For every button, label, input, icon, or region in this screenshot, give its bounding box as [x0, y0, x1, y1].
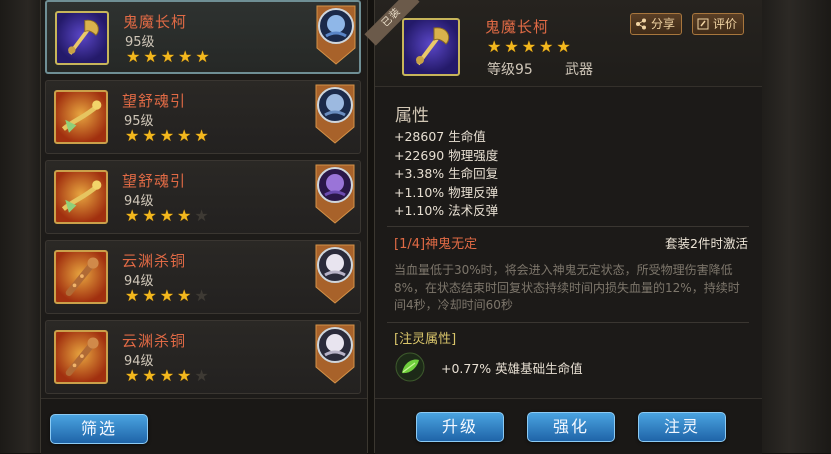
item-name: 鬼魔长柯 — [123, 13, 188, 31]
equipment-list-item[interactable]: 鬼魔长柯 95级 ★ ★ ★ ★ ★ — [45, 0, 361, 74]
equipped-hero-badge[interactable] — [314, 83, 356, 145]
bronze-mace-icon — [54, 250, 108, 304]
share-button[interactable]: 分享 — [630, 13, 683, 35]
item-name: 望舒魂引 — [122, 92, 187, 110]
star-icon: ★ — [504, 37, 519, 56]
star-icon: ★ — [194, 126, 209, 145]
star-empty-icon: ★ — [194, 286, 209, 305]
detail-star-rating: ★ ★ ★ ★ ★ — [487, 39, 571, 55]
bronze-mace-icon — [54, 330, 108, 384]
star-icon: ★ — [142, 126, 157, 145]
attribute-row: +3.38% 生命回复 — [394, 166, 499, 181]
golden-axe-icon — [55, 11, 109, 65]
review-label: 评价 — [713, 17, 738, 31]
star-rating: ★ ★ ★ ★ ★ — [126, 49, 210, 65]
star-icon: ★ — [125, 206, 140, 225]
infuse-title: [注灵属性] — [394, 332, 457, 347]
star-rating: ★ ★ ★ ★ ★ — [125, 288, 209, 304]
star-icon: ★ — [142, 366, 157, 385]
attribute-row: +22690 物理强度 — [394, 147, 499, 163]
upgrade-button[interactable]: 升级 — [416, 412, 504, 442]
enhance-button[interactable]: 强化 — [527, 412, 615, 442]
equipped-hero-badge[interactable] — [314, 163, 356, 225]
star-icon: ★ — [125, 286, 140, 305]
filter-button[interactable]: 筛选 — [50, 414, 148, 444]
divider — [387, 226, 749, 227]
equipment-list-item[interactable]: 云渊杀铜 94级 ★ ★ ★ ★ ★ — [45, 240, 361, 314]
right-frame — [761, 0, 831, 453]
equipment-list-item[interactable]: 望舒魂引 95级 ★ ★ ★ ★ ★ — [45, 80, 361, 154]
star-empty-icon: ★ — [194, 206, 209, 225]
attributes-title: 属性 — [395, 106, 429, 126]
detail-item-name: 鬼魔长柯 — [485, 18, 550, 36]
equipment-list-item[interactable]: 云渊杀铜 94级 ★ ★ ★ ★ ★ — [45, 320, 361, 394]
star-icon: ★ — [142, 206, 157, 225]
infuse-button[interactable]: 注灵 — [638, 412, 726, 442]
star-rating: ★ ★ ★ ★ ★ — [125, 368, 209, 384]
detail-header: 已装 鬼魔长柯 ★ ★ ★ ★ ★ 等级95 武器 分享 评价 — [364, 0, 762, 87]
green-leaf-gem-icon — [395, 352, 425, 382]
star-icon: ★ — [521, 37, 537, 56]
star-icon: ★ — [125, 126, 140, 145]
star-icon: ★ — [487, 37, 502, 56]
attribute-row: +28607 生命值 — [394, 129, 486, 144]
star-icon: ★ — [159, 286, 175, 305]
set-bonus-description: 当血量低于30%时，将会进入神鬼无定状态，所受物理伤害降低8%，在状态结束时回复… — [394, 263, 740, 312]
detail-level: 等级95 — [487, 62, 533, 78]
infuse-value: +0.77% 英雄基础生命值 — [441, 361, 583, 376]
star-icon: ★ — [556, 37, 571, 56]
equipment-list-item[interactable]: 望舒魂引 94级 ★ ★ ★ ★ ★ — [45, 160, 361, 234]
attribute-row: +1.10% 法术反弹 — [394, 203, 499, 218]
star-icon: ★ — [159, 366, 175, 385]
star-rating: ★ ★ ★ ★ ★ — [125, 208, 209, 224]
attribute-list: +28607 生命值 +22690 物理强度 +3.38% 生命回复 +1.10… — [394, 128, 498, 221]
star-icon: ★ — [177, 286, 192, 305]
divider — [387, 322, 749, 323]
attribute-row: +1.10% 物理反弹 — [394, 184, 499, 200]
share-icon — [636, 18, 646, 30]
equipped-hero-badge[interactable] — [314, 323, 356, 385]
item-name: 云渊杀铜 — [122, 332, 187, 350]
star-icon: ★ — [126, 47, 141, 66]
equipped-hero-badge[interactable] — [315, 4, 357, 66]
star-icon: ★ — [160, 47, 176, 66]
star-icon: ★ — [177, 366, 192, 385]
star-icon: ★ — [178, 47, 193, 66]
set-activation-text: 套装2件时激活 — [665, 236, 748, 251]
golden-dragon-staff-icon — [54, 90, 108, 144]
star-icon: ★ — [539, 37, 554, 56]
star-icon: ★ — [195, 47, 210, 66]
set-bonus-title: [1/4]神鬼无定 — [394, 237, 478, 252]
edit-icon — [697, 18, 709, 30]
item-name: 云渊杀铜 — [122, 252, 187, 270]
star-icon: ★ — [177, 206, 192, 225]
review-button[interactable]: 评价 — [692, 13, 745, 35]
share-label: 分享 — [651, 17, 676, 31]
detail-type: 武器 — [565, 62, 593, 78]
star-icon: ★ — [177, 126, 192, 145]
golden-axe-icon — [402, 18, 460, 76]
action-bar: 升级 强化 注灵 — [375, 398, 762, 454]
star-icon: ★ — [125, 366, 140, 385]
list-footer: 筛选 — [41, 398, 367, 454]
blue-hero-portrait — [327, 15, 345, 33]
equipment-list[interactable]: 鬼魔长柯 95级 ★ ★ ★ ★ ★ 望舒魂引 95级 ★ ★ ★ ★ ★ 望舒魂引 94级 ★… — [40, 0, 368, 454]
golden-dragon-staff-icon — [54, 170, 108, 224]
star-icon: ★ — [159, 126, 175, 145]
item-name: 望舒魂引 — [122, 172, 187, 190]
star-rating: ★ ★ ★ ★ ★ — [125, 128, 209, 144]
equipment-detail-panel: 已装 鬼魔长柯 ★ ★ ★ ★ ★ 等级95 武器 分享 评价 属性 +28607 生命… — [364, 0, 762, 454]
star-icon: ★ — [142, 286, 157, 305]
star-empty-icon: ★ — [194, 366, 209, 385]
star-icon: ★ — [159, 206, 175, 225]
star-icon: ★ — [143, 47, 158, 66]
equipped-hero-badge[interactable] — [314, 243, 356, 305]
left-frame — [0, 0, 40, 453]
